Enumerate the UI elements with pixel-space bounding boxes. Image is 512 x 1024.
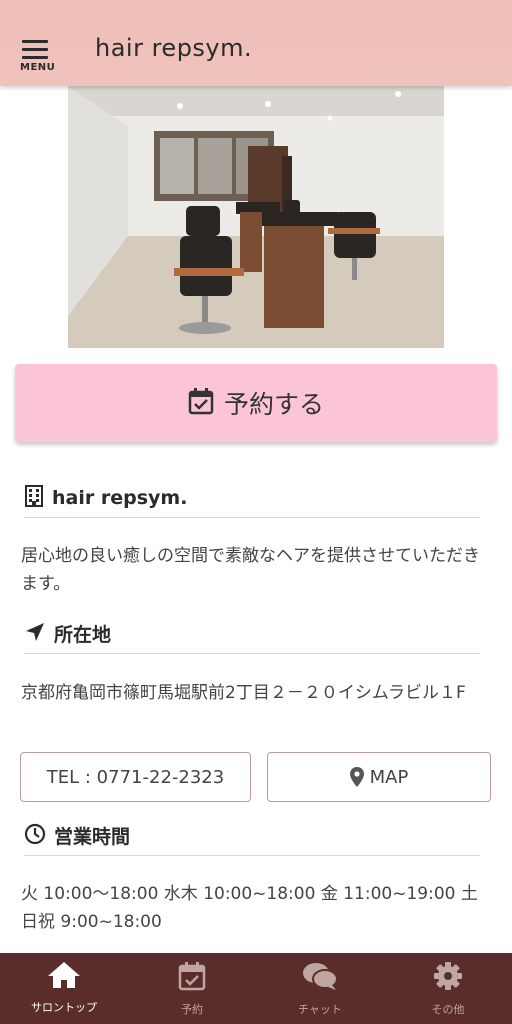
building-icon xyxy=(24,484,44,511)
location-arrow-icon xyxy=(24,621,46,647)
home-icon xyxy=(47,961,81,993)
menu-label: MENU xyxy=(20,62,56,73)
hours-text: 火 10:00〜18:00 水木 10:00~18:00 金 11:00~19:… xyxy=(21,884,478,932)
nav-item-salon-top[interactable]: サロントップ xyxy=(0,953,128,1024)
nav-label-reserve: 予約 xyxy=(181,1003,203,1016)
tel-button[interactable]: TEL : 0771-22-2323 xyxy=(20,752,251,802)
nav-item-other[interactable]: その他 xyxy=(384,953,512,1024)
nav-item-reserve[interactable]: 予約 xyxy=(128,953,256,1024)
bottom-nav: サロントップ 予約 チャット その他 xyxy=(0,953,512,1024)
nav-item-chat[interactable]: チャット xyxy=(256,953,384,1024)
address-text: 京都府亀岡市篠町馬堀駅前2丁目２－２０イシムラビル１F xyxy=(21,683,466,703)
location-heading-label: 所在地 xyxy=(54,624,112,646)
nav-label-other: その他 xyxy=(431,1003,465,1016)
salon-photo xyxy=(68,86,444,348)
hours-heading: 営業時間 xyxy=(24,816,480,856)
salon-name: hair repsym. xyxy=(52,486,188,509)
tel-label: TEL : 0771-22-2323 xyxy=(46,766,225,788)
calendar-check-icon xyxy=(188,387,214,419)
salon-description: 居心地の良い癒しの空間で素敵なヘアを提供させていただきます。 xyxy=(21,546,480,594)
hamburger-icon xyxy=(22,40,48,60)
menu-button[interactable]: MENU xyxy=(18,38,58,76)
app-header: MENU hair repsym. xyxy=(0,0,512,86)
reserve-label: 予約する xyxy=(223,390,324,419)
reserve-button[interactable]: 予約する xyxy=(15,364,497,442)
chat-icon xyxy=(302,961,338,995)
map-button[interactable]: MAP xyxy=(267,752,491,802)
map-label: MAP xyxy=(369,766,409,788)
nav-label-chat: チャット xyxy=(298,1003,342,1016)
location-heading: 所在地 xyxy=(24,614,480,654)
gear-icon xyxy=(433,961,463,995)
nav-label-salon-top: サロントップ xyxy=(31,1001,97,1014)
hours-heading-label: 営業時間 xyxy=(54,826,131,848)
map-pin-icon xyxy=(349,767,364,787)
calendar-check-icon xyxy=(178,961,206,995)
clock-icon xyxy=(24,823,46,849)
salon-name-heading: hair repsym. xyxy=(24,478,480,518)
header-title: hair repsym. xyxy=(95,34,253,62)
